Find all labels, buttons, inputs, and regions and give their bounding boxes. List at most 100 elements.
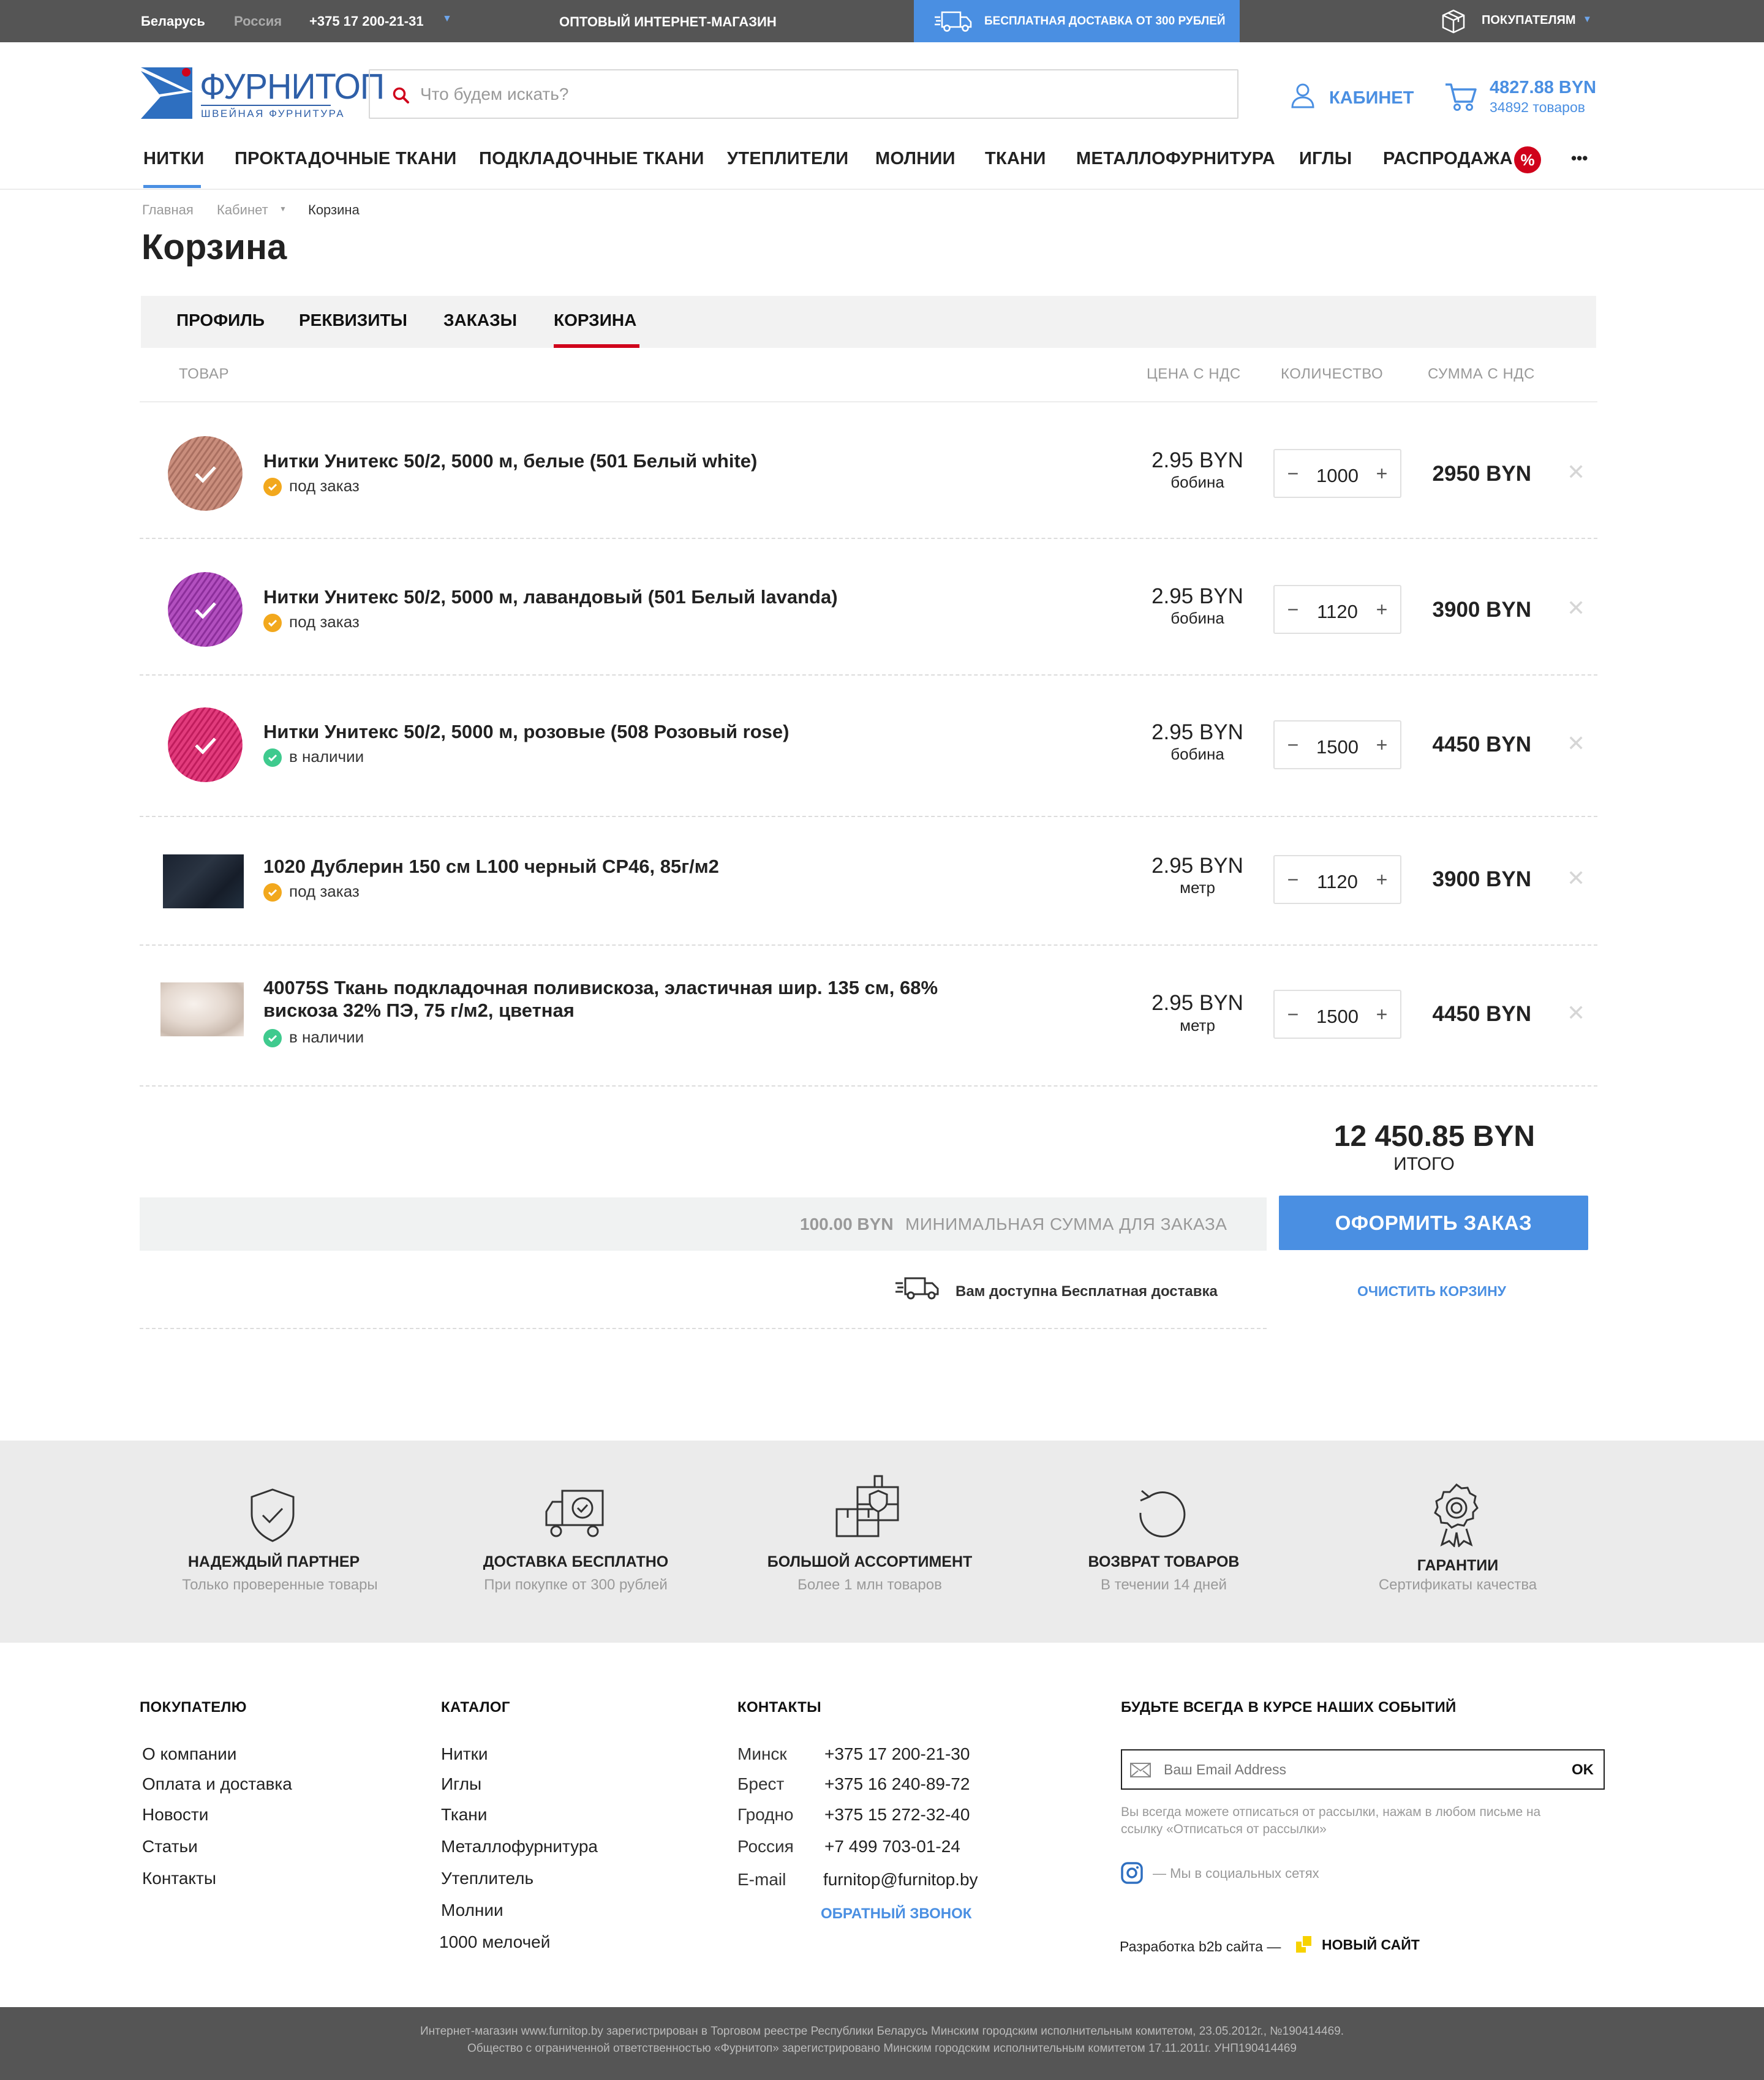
footer-catalog-zippers[interactable]: Молнии: [441, 1901, 503, 1920]
subscribe-button[interactable]: OK: [1572, 1762, 1594, 1779]
search-input[interactable]: [420, 70, 1216, 118]
top-phone[interactable]: +375 17 200-21-31: [309, 13, 424, 29]
quantity-value[interactable]: 1500: [1305, 736, 1370, 758]
contact-city: Минск: [737, 1744, 787, 1763]
contact-email[interactable]: furnitop@furnitop.by: [823, 1870, 978, 1890]
increase-button[interactable]: +: [1370, 459, 1394, 488]
checkout-button[interactable]: ОФОРМИТЬ ЗАКАЗ: [1279, 1196, 1588, 1250]
tab-cart[interactable]: КОРЗИНА: [554, 311, 636, 330]
nav-item-threads[interactable]: НИТКИ: [143, 149, 205, 169]
user-icon[interactable]: [1291, 83, 1315, 108]
product-name[interactable]: Нитки Унитекс 50/2, 5000 м, лавандовый (…: [263, 586, 986, 608]
footer-catalog-insulation[interactable]: Утеплитель: [441, 1869, 533, 1888]
quantity-stepper[interactable]: −1000 +: [1273, 449, 1401, 498]
logo[interactable]: ФУРНИТОП ШВЕЙНАЯ ФУРНИТУРА: [141, 66, 385, 121]
contact-phone[interactable]: +375 15 272-32-40: [824, 1805, 970, 1825]
product-thumb[interactable]: [163, 854, 244, 908]
buyers-dropdown-icon[interactable]: ▼: [1583, 14, 1592, 24]
decrease-button[interactable]: −: [1281, 865, 1305, 894]
legal-line-2: Общество с ограниченной ответственностью…: [467, 2042, 1297, 2055]
search-icon[interactable]: [392, 86, 410, 105]
footer-catalog-misc[interactable]: 1000 мелочей: [439, 1932, 550, 1952]
free-delivery-banner[interactable]: БЕСПЛАТНАЯ ДОСТАВКА ОТ 300 РУБЛЕЙ: [914, 0, 1240, 42]
footer-link-payment[interactable]: Оплата и доставка: [142, 1774, 292, 1794]
remove-item-icon[interactable]: ✕: [1567, 1000, 1585, 1026]
nav-item-interlining[interactable]: ПРОКТАДОЧНЫЕ ТКАНИ: [235, 149, 457, 169]
quantity-stepper[interactable]: −1120 +: [1273, 585, 1401, 634]
nav-item-insulation[interactable]: УТЕПЛИТЕЛИ: [727, 149, 848, 169]
footer-catalog-needles[interactable]: Иглы: [441, 1774, 481, 1794]
tab-requisites[interactable]: РЕКВИЗИТЫ: [299, 311, 407, 330]
product-name[interactable]: Нитки Унитекс 50/2, 5000 м, розовые (508…: [263, 720, 986, 743]
quantity-value[interactable]: 1120: [1305, 601, 1370, 623]
footer-catalog-fabrics[interactable]: Ткани: [441, 1805, 487, 1825]
tab-profile[interactable]: ПРОФИЛЬ: [176, 311, 265, 330]
decrease-button[interactable]: −: [1281, 595, 1305, 624]
email-input[interactable]: [1164, 1750, 1544, 1788]
clear-cart-link[interactable]: ОЧИСТИТЬ КОРЗИНУ: [1357, 1283, 1506, 1300]
breadcrumb-dropdown-icon[interactable]: ▼: [279, 205, 287, 213]
product-thumb[interactable]: [168, 707, 243, 782]
contact-phone[interactable]: +375 17 200-21-30: [824, 1744, 970, 1764]
product-thumb[interactable]: [168, 436, 243, 511]
product-name[interactable]: 1020 Дублерин 150 см L100 черный СР46, 8…: [263, 855, 986, 878]
product-thumb[interactable]: [168, 572, 243, 647]
contact-phone[interactable]: +7 499 703-01-24: [824, 1837, 960, 1856]
cart-icon[interactable]: [1444, 82, 1477, 111]
cart-total[interactable]: 4827.88 BYN: [1490, 78, 1596, 98]
quantity-value[interactable]: 1500: [1305, 1006, 1370, 1028]
remove-item-icon[interactable]: ✕: [1567, 595, 1585, 621]
country-belarus[interactable]: Беларусь: [141, 13, 205, 29]
item-price: 2.95 BYN: [1152, 720, 1243, 744]
nav-item-fabrics[interactable]: ТКАНИ: [985, 149, 1046, 169]
decrease-button[interactable]: −: [1281, 459, 1305, 488]
search-box[interactable]: [369, 69, 1238, 119]
footer-link-articles[interactable]: Статьи: [142, 1837, 198, 1856]
item-sum: 4450 BYN: [1432, 1002, 1531, 1026]
footer-link-contacts[interactable]: Контакты: [142, 1869, 216, 1888]
remove-item-icon[interactable]: ✕: [1567, 865, 1585, 891]
instagram-icon[interactable]: [1121, 1862, 1143, 1884]
breadcrumb-cabinet[interactable]: Кабинет: [217, 202, 268, 218]
increase-button[interactable]: +: [1370, 865, 1394, 894]
nav-item-metal[interactable]: МЕТАЛЛОФУРНИТУРА: [1076, 149, 1275, 169]
quantity-stepper[interactable]: −1500 +: [1273, 720, 1401, 769]
nav-item-sale[interactable]: РАСПРОДАЖА: [1383, 149, 1513, 169]
remove-item-icon[interactable]: ✕: [1567, 459, 1585, 485]
buyers-menu[interactable]: ПОКУПАТЕЛЯМ: [1482, 13, 1576, 28]
footer-link-about[interactable]: О компании: [142, 1744, 236, 1764]
row-divider: [140, 538, 1597, 539]
logo-mark-icon: [141, 67, 192, 119]
quantity-stepper[interactable]: −1500 +: [1273, 990, 1401, 1039]
country-russia[interactable]: Россия: [234, 13, 282, 29]
nav-item-zippers[interactable]: МОЛНИИ: [875, 149, 956, 169]
increase-button[interactable]: +: [1370, 595, 1394, 624]
contact-phone[interactable]: +375 16 240-89-72: [824, 1774, 970, 1794]
increase-button[interactable]: +: [1370, 1000, 1394, 1029]
feature-title: ВОЗВРАТ ТОВАРОВ: [1088, 1553, 1240, 1570]
return-arrow-icon: [1139, 1490, 1186, 1538]
callback-link[interactable]: ОБРАТНЫЙ ЗВОНОК: [821, 1905, 971, 1923]
footer-link-news[interactable]: Новости: [142, 1805, 208, 1825]
cabinet-link[interactable]: КАБИНЕТ: [1329, 88, 1414, 108]
quantity-stepper[interactable]: −1120 +: [1273, 855, 1401, 904]
increase-button[interactable]: +: [1370, 730, 1394, 759]
quantity-value[interactable]: 1000: [1305, 465, 1370, 487]
footer-catalog-threads[interactable]: Нитки: [441, 1744, 488, 1764]
product-name[interactable]: 40075S Ткань подкладочная поливискоза, э…: [263, 976, 986, 1022]
product-name[interactable]: Нитки Унитекс 50/2, 5000 м, белые (501 Б…: [263, 450, 986, 472]
decrease-button[interactable]: −: [1281, 1000, 1305, 1029]
phone-dropdown-icon[interactable]: ▼: [442, 13, 452, 24]
footer-catalog-metal[interactable]: Металлофурнитура: [441, 1837, 598, 1856]
quantity-value[interactable]: 1120: [1305, 871, 1370, 893]
nav-item-needles[interactable]: ИГЛЫ: [1299, 149, 1352, 169]
breadcrumb-home[interactable]: Главная: [142, 202, 194, 218]
product-thumb[interactable]: [160, 982, 244, 1036]
tab-orders[interactable]: ЗАКАЗЫ: [443, 311, 517, 330]
remove-item-icon[interactable]: ✕: [1567, 731, 1585, 756]
developer-brand[interactable]: НОВЫЙ САЙТ: [1322, 1937, 1420, 1953]
nav-more-button[interactable]: •••: [1571, 149, 1588, 168]
nav-item-lining[interactable]: ПОДКЛАДОЧНЫЕ ТКАНИ: [479, 149, 704, 169]
decrease-button[interactable]: −: [1281, 730, 1305, 759]
col-product: ТОВАР: [179, 366, 229, 382]
